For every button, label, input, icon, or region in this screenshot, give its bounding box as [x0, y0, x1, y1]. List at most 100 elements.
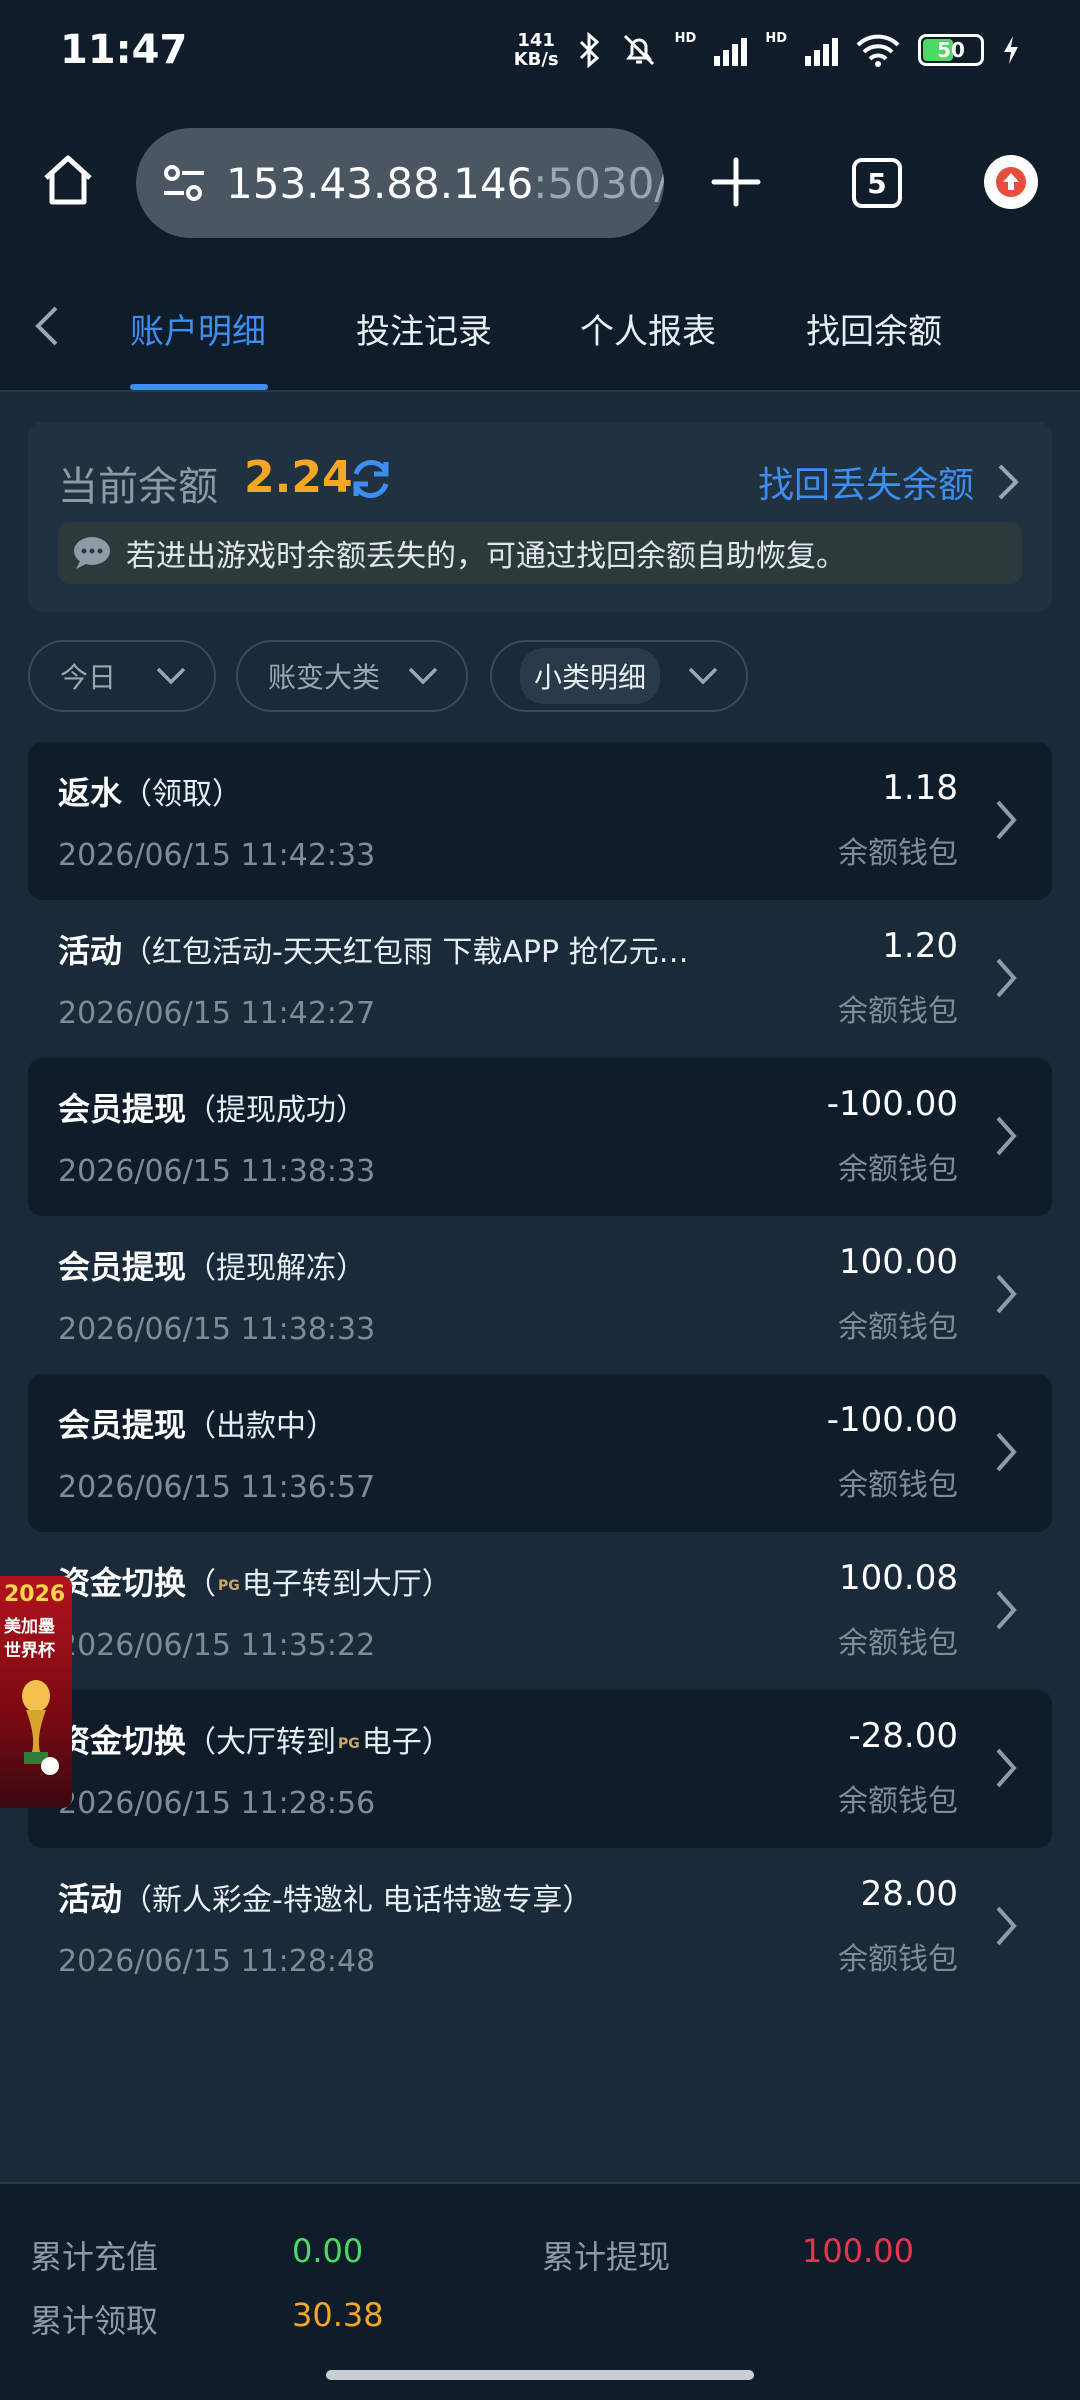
chevron-right-icon	[996, 1432, 1017, 1472]
record-amount: 1.20	[882, 926, 958, 966]
summary-footer: 累计充值 0.00 累计提现 100.00 累计领取 30.38	[0, 2182, 1080, 2400]
balance-amount: 2.24	[244, 452, 353, 503]
record-type: 返水	[58, 774, 123, 812]
record-type: 活动	[58, 1880, 123, 1918]
tab-account-details[interactable]: 账户明细	[130, 304, 266, 353]
hd-label-2: HD	[765, 31, 787, 46]
url-host: 153.43.88.146	[226, 158, 534, 208]
record-datetime: 2026/06/15 11:38:33	[58, 1312, 376, 1347]
status-time: 11:47	[60, 27, 188, 73]
record-type: 资金切换	[58, 1722, 187, 1760]
record-detail: （红包活动-天天红包雨 下载APP 抢亿元…	[122, 935, 689, 970]
record-detail: （领取）	[122, 777, 243, 812]
url-path: :5030/h	[533, 158, 664, 208]
record-datetime: 2026/06/15 11:28:56	[58, 1786, 376, 1821]
record-wallet: 余额钱包	[838, 836, 958, 871]
subcategory-filter-dropdown[interactable]: 小类明细	[490, 640, 748, 712]
record-wallet: 余额钱包	[838, 1942, 958, 1977]
chevron-right-icon	[996, 800, 1017, 840]
list-item[interactable]: 会员提现（提现解冻） 2026/06/15 11:38:33 100.00 余额…	[28, 1216, 1052, 1374]
record-amount: 28.00	[860, 1874, 958, 1914]
recover-lost-balance-link[interactable]: 找回丢失余额	[758, 456, 974, 508]
tab-bet-records[interactable]: 投注记录	[356, 304, 492, 353]
record-wallet: 余额钱包	[838, 1152, 958, 1187]
tab-personal-report[interactable]: 个人报表	[580, 304, 716, 353]
status-icons: 141 KB/s HD HD 50	[514, 31, 1020, 69]
list-item[interactable]: 资金切换（大厅转到 PG电子） 2026/06/15 11:28:56 -28.0…	[28, 1690, 1052, 1848]
new-tab-icon[interactable]	[708, 154, 764, 210]
back-arrow-icon[interactable]	[28, 302, 68, 350]
total-recharge-value: 0.00	[292, 2232, 364, 2270]
chevron-right-icon	[996, 1906, 1017, 1946]
address-bar[interactable]: 153.43.88.146:5030/h	[136, 128, 664, 238]
status-bar: 11:47 141 KB/s HD HD 50	[0, 0, 1080, 100]
total-claim-value: 30.38	[292, 2296, 384, 2334]
notice-text: 若进出游戏时余额丢失的，可通过找回余额自助恢复。	[126, 539, 846, 574]
home-icon[interactable]	[40, 152, 96, 208]
wifi-icon	[856, 34, 900, 67]
record-wallet: 余额钱包	[838, 1784, 958, 1819]
record-wallet: 余额钱包	[838, 994, 958, 1029]
record-wallet: 余额钱包	[838, 1468, 958, 1503]
tab-recover-balance[interactable]: 找回余额	[806, 304, 942, 353]
chevron-down-icon	[156, 667, 186, 685]
record-detail: 电子）	[361, 1725, 452, 1760]
record-amount: 1.18	[882, 768, 958, 808]
balance-card: 当前余额 2.24 找回丢失余额 若进出游戏时余额丢失的，可通过找回余额自助恢复…	[28, 422, 1052, 612]
world-cup-promo-banner[interactable]: 2026 美加墨 世界杯	[0, 1576, 72, 1808]
hd-label-1: HD	[674, 31, 697, 46]
charging-icon	[1004, 36, 1018, 64]
record-datetime: 2026/06/15 11:28:48	[58, 1944, 376, 1979]
record-datetime: 2026/06/15 11:38:33	[58, 1154, 376, 1189]
signal-icon-2	[805, 34, 838, 66]
bell-muted-icon	[623, 34, 654, 66]
nav-tabs: 账户明细 投注记录 个人报表 找回余额	[0, 262, 1080, 392]
record-wallet: 余额钱包	[838, 1310, 958, 1345]
signal-icon-1	[714, 34, 748, 66]
bluetooth-icon	[579, 32, 599, 68]
gesture-home-bar[interactable]	[326, 2370, 754, 2380]
record-type: 会员提现	[58, 1406, 187, 1444]
record-amount: 100.00	[839, 1242, 958, 1282]
record-detail: 电子转到大厅）	[241, 1567, 452, 1602]
battery-icon: 50	[918, 34, 984, 66]
record-datetime: 2026/06/15 11:42:33	[58, 838, 376, 873]
list-item[interactable]: 会员提现（提现成功） 2026/06/15 11:38:33 -100.00 余…	[28, 1058, 1052, 1216]
record-type: 活动	[58, 932, 123, 970]
update-icon[interactable]	[984, 155, 1038, 209]
category-filter-dropdown[interactable]: 账变大类	[236, 640, 468, 712]
pg-logo: PG	[338, 1735, 360, 1752]
list-item[interactable]: 会员提现（出款中） 2026/06/15 11:36:57 -100.00 余额…	[28, 1374, 1052, 1532]
record-datetime: 2026/06/15 11:36:57	[58, 1470, 376, 1505]
chevron-down-icon	[688, 667, 718, 685]
record-detail: （提现成功）	[186, 1093, 367, 1128]
balance-label: 当前余额	[58, 464, 218, 510]
chevron-down-icon	[408, 667, 438, 685]
list-item[interactable]: 资金切换（ PG电子转到大厅） 2026/06/15 11:35:22 100.0…	[28, 1532, 1052, 1690]
record-type: 会员提现	[58, 1248, 187, 1286]
browser-toolbar: 153.43.88.146:5030/h 5	[0, 100, 1080, 262]
list-item[interactable]: 返水（领取） 2026/06/15 11:42:33 1.18 余额钱包	[28, 742, 1052, 900]
record-detail: （提现解冻）	[186, 1251, 367, 1286]
record-type: 会员提现	[58, 1090, 187, 1128]
refresh-icon[interactable]	[346, 454, 396, 504]
active-tab-indicator	[130, 384, 268, 390]
record-amount: -100.00	[826, 1084, 958, 1124]
site-settings-icon[interactable]	[160, 159, 208, 207]
tab-switcher-button[interactable]: 5	[852, 158, 902, 208]
notice-bar: 若进出游戏时余额丢失的，可通过找回余额自助恢复。	[58, 522, 1022, 584]
chevron-right-icon[interactable]	[994, 462, 1022, 502]
chevron-right-icon	[996, 1274, 1017, 1314]
total-withdraw-value: 100.00	[802, 2232, 914, 2270]
chevron-right-icon	[996, 1116, 1017, 1156]
chevron-right-icon	[996, 1748, 1017, 1788]
record-amount: -100.00	[826, 1400, 958, 1440]
record-amount: 100.08	[839, 1558, 958, 1598]
net-speed: 141 KB/s	[513, 30, 559, 70]
record-detail: （出款中）	[186, 1409, 337, 1444]
list-item[interactable]: 活动（新人彩金-特邀礼 电话特邀专享） 2026/06/15 11:28:48 …	[28, 1848, 1052, 2006]
chevron-right-icon	[996, 1590, 1017, 1630]
total-withdraw-label: 累计提现	[542, 2238, 671, 2276]
list-item[interactable]: 活动（红包活动-天天红包雨 下载APP 抢亿元… 2026/06/15 11:4…	[28, 900, 1052, 1058]
date-filter-dropdown[interactable]: 今日	[28, 640, 216, 712]
